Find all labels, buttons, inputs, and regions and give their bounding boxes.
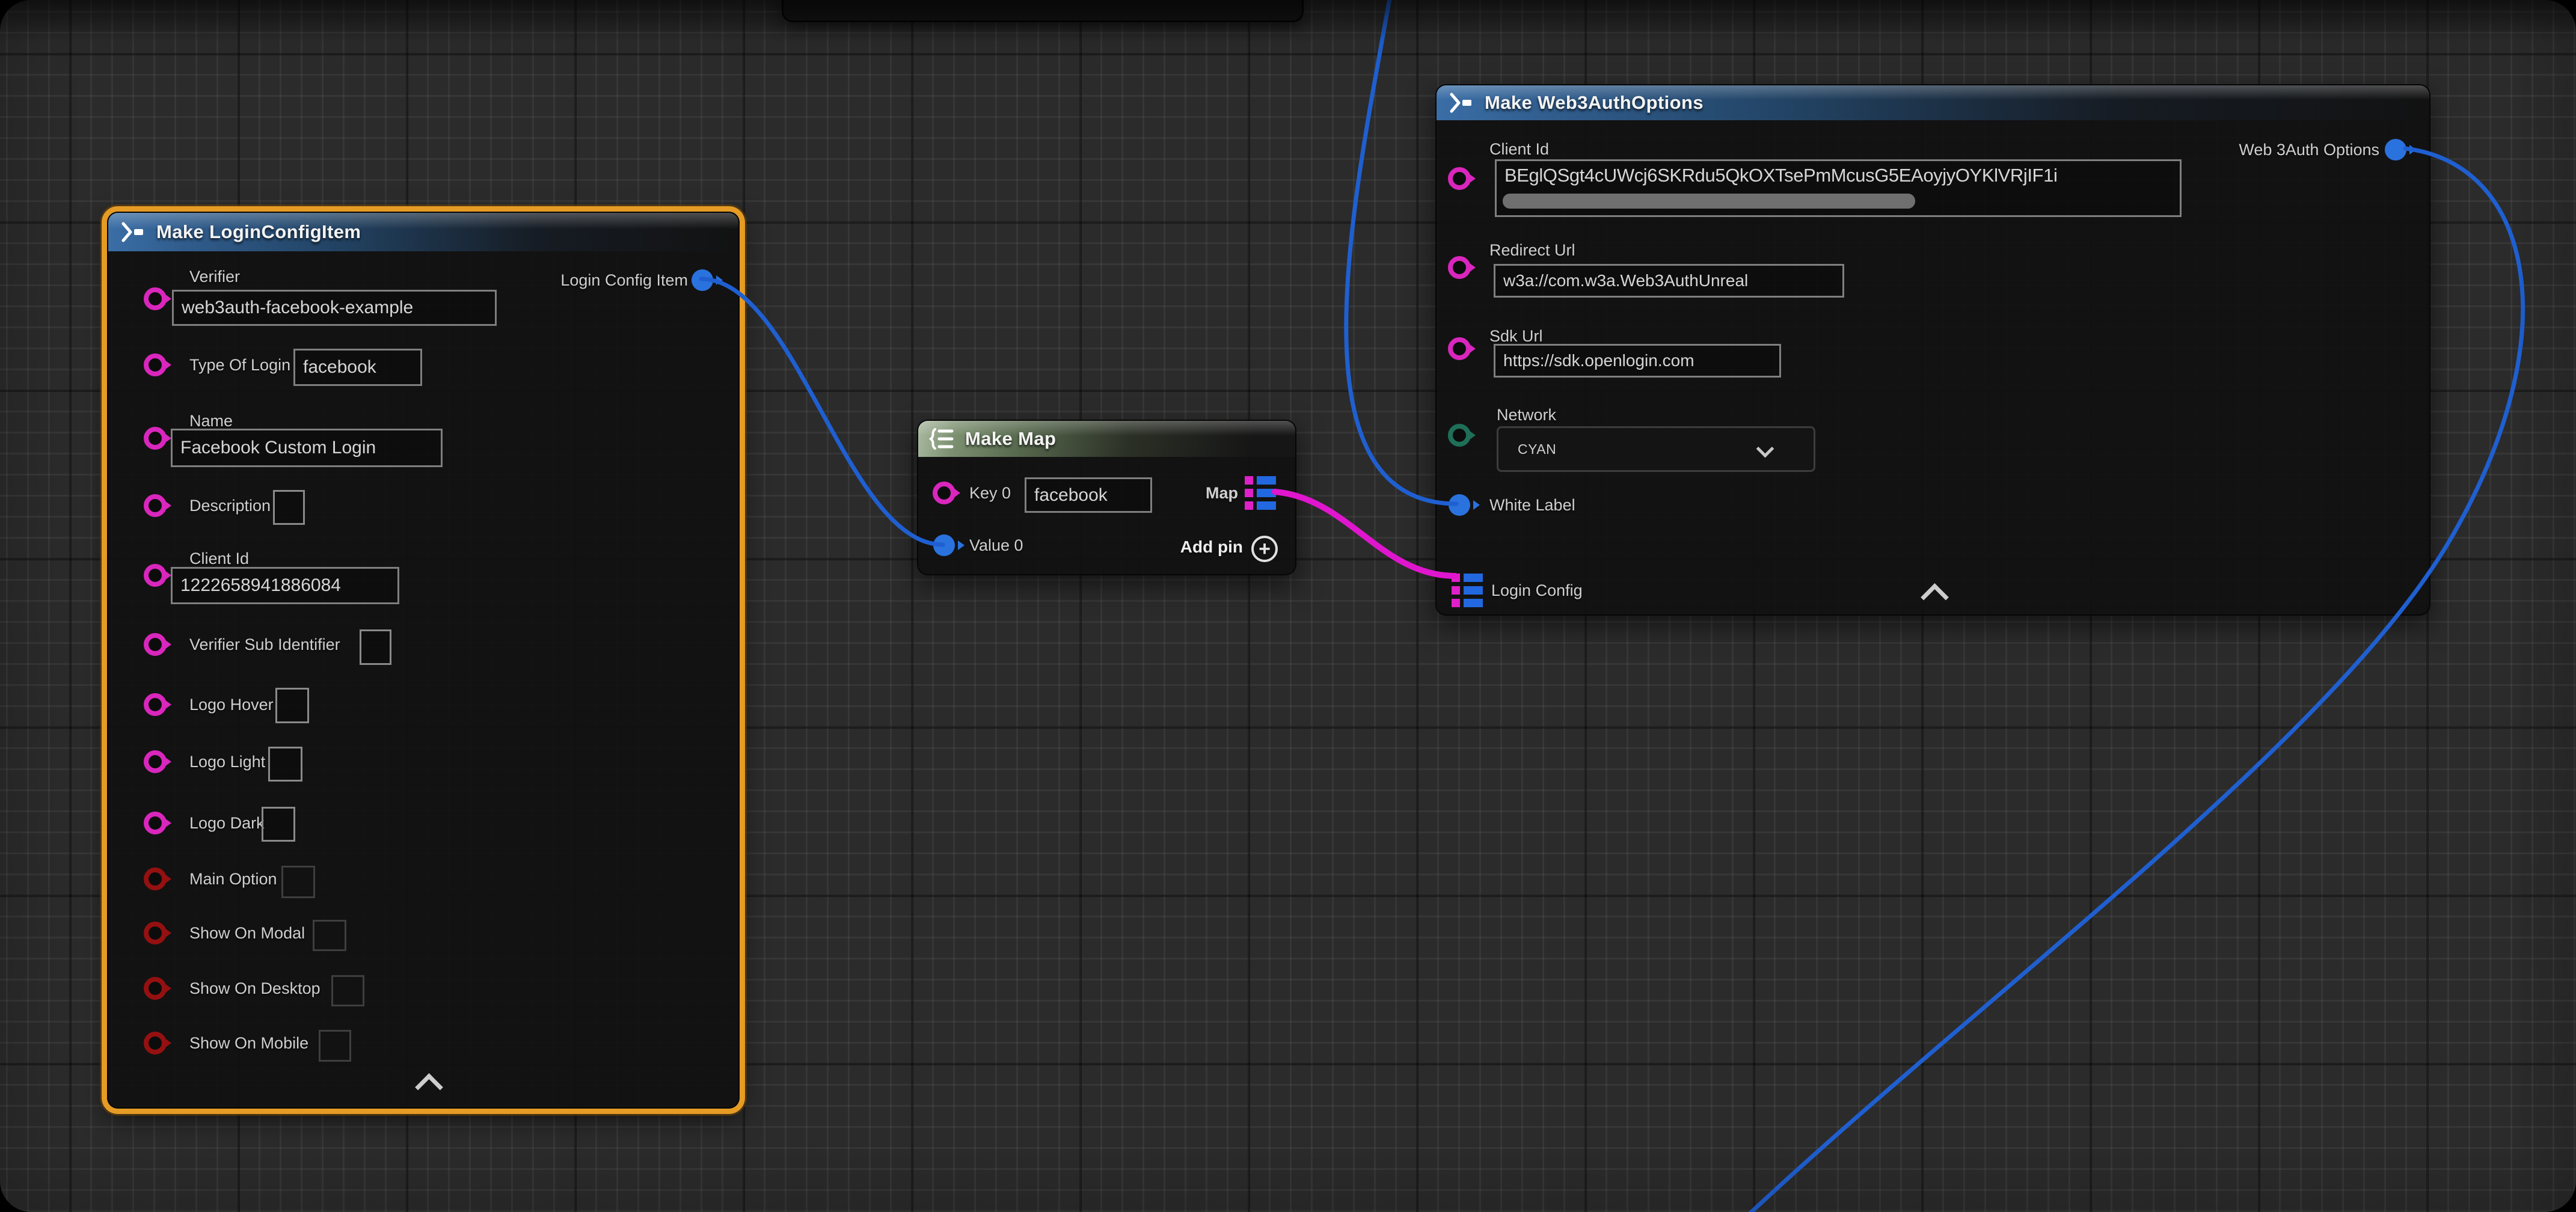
- pin-label-redirect-url: Redirect Url: [1489, 240, 1575, 260]
- verifier-sub-identifier-input[interactable]: [360, 629, 391, 665]
- pin-label-type-of-login: Type Of Login: [189, 355, 290, 375]
- client-id-text: BEglQSgt4cUWcj6SKRdu5QkOXTsePmMcusG5EAoy…: [1504, 165, 2057, 186]
- pin-show-on-modal[interactable]: [144, 922, 167, 944]
- description-input[interactable]: [273, 490, 305, 525]
- pin-key-0[interactable]: [933, 482, 955, 504]
- pin-redirect-url[interactable]: [1448, 256, 1471, 279]
- main-option-checkbox[interactable]: [281, 866, 315, 898]
- node-title: Make LoginConfigItem: [156, 221, 361, 243]
- logo-light-input[interactable]: [268, 747, 302, 782]
- logo-dark-input[interactable]: [262, 807, 295, 842]
- make-struct-icon: [119, 221, 147, 243]
- pin-description[interactable]: [144, 494, 167, 517]
- pin-label-logo-dark: Logo Dark: [189, 813, 265, 833]
- network-selected-value: CYAN: [1518, 441, 1556, 458]
- pin-label-logo-light: Logo Light: [189, 752, 265, 771]
- output-pin-label: Login Config Item: [560, 271, 688, 290]
- blueprint-graph-canvas[interactable]: Make LoginConfigItem Login Config Item V…: [0, 0, 2576, 1212]
- add-pin-plus-icon[interactable]: +: [1251, 536, 1278, 562]
- pin-label-client-id: Client Id: [1489, 139, 1549, 159]
- pin-logo-light[interactable]: [144, 750, 167, 773]
- node-make-map[interactable]: Make Map Key 0 facebook Value 0 Map Add …: [917, 420, 1296, 575]
- output-pin-label: Web 3Auth Options: [2239, 140, 2379, 159]
- pin-verifier-sub-identifier[interactable]: [144, 633, 167, 656]
- pin-white-label[interactable]: [1449, 494, 1470, 516]
- wire-map-to-login-config: [1275, 492, 1455, 576]
- redirect-url-input[interactable]: w3a://com.w3a.Web3AuthUnreal: [1494, 264, 1844, 298]
- pin-type-of-login[interactable]: [144, 354, 167, 376]
- pin-label-sdk-url: Sdk Url: [1489, 326, 1543, 346]
- sdk-url-input[interactable]: https://sdk.openlogin.com: [1494, 344, 1781, 378]
- offscreen-node-partial[interactable]: [782, 0, 1304, 22]
- pin-label-network: Network: [1497, 405, 1556, 424]
- node-header[interactable]: Make LoginConfigItem: [108, 213, 738, 251]
- pin-web3auth-options-output[interactable]: [2385, 139, 2406, 161]
- pin-label-main-option: Main Option: [189, 869, 277, 889]
- pin-login-config[interactable]: [1452, 574, 1483, 607]
- pin-label-show-on-desktop: Show On Desktop: [189, 979, 320, 998]
- node-make-web3authoptions[interactable]: Make Web3AuthOptions Web 3Auth Options C…: [1435, 84, 2430, 616]
- pin-logo-dark[interactable]: [144, 812, 167, 834]
- pin-logo-hover[interactable]: [144, 693, 167, 716]
- pin-label-key-0: Key 0: [969, 483, 1011, 503]
- pin-label-name: Name: [189, 411, 233, 430]
- type-of-login-input[interactable]: facebook: [293, 349, 422, 386]
- verifier-input[interactable]: web3auth-facebook-example: [172, 290, 497, 326]
- pin-label-logo-hover: Logo Hover: [189, 695, 274, 714]
- pin-label-verifier-sub-identifier: Verifier Sub Identifier: [189, 635, 340, 654]
- pin-client-id[interactable]: [144, 564, 167, 587]
- collapse-node-chevron-icon[interactable]: [1921, 583, 1949, 611]
- pin-label-client-id: Client Id: [189, 549, 249, 568]
- pin-client-id[interactable]: [1448, 167, 1471, 190]
- pin-label-value-0: Value 0: [969, 536, 1023, 555]
- node-header[interactable]: Make Map: [918, 421, 1295, 457]
- collapse-node-chevron-icon[interactable]: [415, 1073, 443, 1101]
- pin-label-verifier: Verifier: [189, 267, 240, 286]
- client-id-scrollbar[interactable]: [1503, 194, 1915, 209]
- make-map-icon: [929, 428, 955, 450]
- pin-label-login-config: Login Config: [1491, 581, 1583, 600]
- node-header[interactable]: Make Web3AuthOptions: [1437, 85, 2429, 120]
- pin-value-0[interactable]: [933, 534, 955, 556]
- pin-network[interactable]: [1448, 424, 1471, 447]
- logo-hover-input[interactable]: [275, 688, 309, 723]
- client-id-input[interactable]: 1222658941886084: [171, 567, 399, 604]
- node-make-loginconfigitem[interactable]: Make LoginConfigItem Login Config Item V…: [107, 212, 740, 1109]
- pin-label-show-on-modal: Show On Modal: [189, 923, 305, 943]
- pin-verifier[interactable]: [144, 287, 167, 310]
- pin-show-on-desktop[interactable]: [144, 977, 167, 1000]
- add-pin-button[interactable]: Add pin: [1180, 537, 1243, 557]
- pin-label-map-output: Map: [1206, 483, 1238, 503]
- dropdown-chevron-icon: [1756, 440, 1774, 458]
- pin-login-config-item-output[interactable]: [692, 269, 713, 291]
- key-0-input[interactable]: facebook: [1025, 477, 1152, 513]
- pin-label-white-label: White Label: [1489, 495, 1575, 515]
- pin-sdk-url[interactable]: [1448, 337, 1471, 360]
- show-on-desktop-checkbox[interactable]: [331, 975, 364, 1006]
- name-input[interactable]: Facebook Custom Login: [171, 429, 443, 467]
- make-struct-icon: [1447, 92, 1475, 114]
- node-title: Make Map: [965, 428, 1056, 450]
- pin-name[interactable]: [144, 427, 167, 450]
- pin-label-description: Description: [189, 496, 271, 515]
- show-on-modal-checkbox[interactable]: [313, 920, 346, 951]
- pin-show-on-mobile[interactable]: [144, 1032, 167, 1054]
- blueprint-editor: Make LoginConfigItem Login Config Item V…: [0, 0, 2576, 1212]
- pin-main-option[interactable]: [144, 868, 167, 890]
- network-dropdown[interactable]: CYAN: [1497, 426, 1815, 472]
- show-on-mobile-checkbox[interactable]: [319, 1030, 351, 1062]
- pin-label-show-on-mobile: Show On Mobile: [189, 1033, 308, 1053]
- pin-map-output[interactable]: [1245, 476, 1276, 510]
- node-title: Make Web3AuthOptions: [1485, 92, 1704, 114]
